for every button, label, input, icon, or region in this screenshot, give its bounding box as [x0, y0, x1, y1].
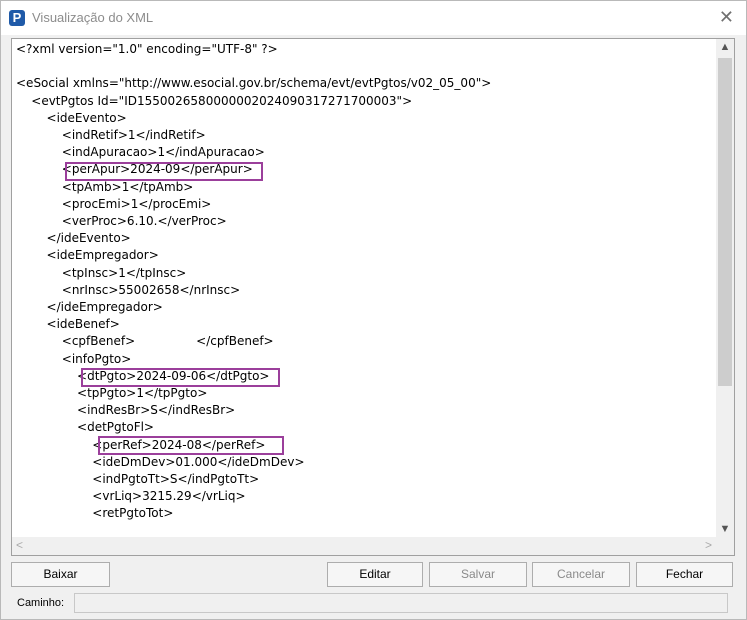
xml-line: <tpPgto>1</tpPgto> [16, 386, 208, 400]
xml-viewer-window: P Visualização do XML ✕ <?xml version="1… [0, 0, 747, 620]
xml-line: <nrInsc>55002658</nrInsc> [16, 282, 241, 297]
xml-editor[interactable]: <?xml version="1.0" encoding="UTF-8" ?> <… [11, 38, 735, 556]
xml-line: <?xml version="1.0" encoding="UTF-8" ?> [16, 42, 278, 56]
baixar-button[interactable]: Baixar [11, 562, 110, 587]
xml-line: <evtPgtos Id="ID155002658000000202409031… [16, 93, 413, 108]
xml-line: <retPgtoTot> [16, 506, 174, 521]
cancelar-button[interactable]: Cancelar [532, 562, 630, 587]
xml-line: <eSocial xmlns="http://www.esocial.gov.b… [16, 76, 492, 91]
app-logo-icon: P [9, 10, 25, 26]
highlight-perApur [65, 162, 263, 181]
xml-line: <tpInsc>1</tpInsc> [16, 265, 187, 280]
editar-button[interactable]: Editar [327, 562, 423, 587]
window-title: Visualização do XML [32, 10, 154, 25]
xml-line: <tpAmb>1</tpAmb> [16, 179, 194, 194]
horizontal-scrollbar[interactable]: < > [12, 537, 716, 555]
salvar-button[interactable]: Salvar [429, 562, 527, 587]
xml-line: <ideEvento> [16, 110, 127, 125]
status-bar: Caminho: [11, 591, 733, 615]
xml-line: </ideEvento> [16, 231, 131, 246]
xml-line: <indPgtoTt>S</indPgtoTt> [16, 472, 260, 486]
xml-line: <indRetif>1</indRetif> [16, 128, 206, 142]
close-icon[interactable]: ✕ [719, 8, 734, 26]
xml-line: <infoPgto> [16, 351, 132, 366]
xml-line: <indApuracao>1</indApuracao> [16, 145, 265, 160]
scroll-thumb[interactable] [718, 58, 732, 386]
vertical-scrollbar[interactable]: ▲ ▼ [716, 39, 734, 537]
xml-line: <vrLiq>3215.29</vrLiq> [16, 489, 246, 504]
xml-line: <ideEmpregador> [16, 248, 159, 263]
scroll-left-icon[interactable]: < [16, 538, 23, 552]
xml-line: <cpfBenef> </cpfBenef> [16, 334, 274, 349]
title-bar: P Visualização do XML ✕ [1, 1, 746, 35]
xml-line: </ideEmpregador> [16, 300, 163, 314]
xml-line: <ideDmDev>01.000</ideDmDev> [16, 454, 305, 469]
highlight-perRef [98, 436, 284, 455]
xml-line: <detPgtoFl> [16, 420, 154, 435]
scroll-right-icon[interactable]: > [705, 538, 712, 552]
caminho-field[interactable] [74, 593, 728, 613]
fechar-button[interactable]: Fechar [636, 562, 733, 587]
xml-line: <procEmi>1</procEmi> [16, 196, 212, 211]
scroll-up-icon[interactable]: ▲ [716, 41, 734, 53]
caminho-label: Caminho: [17, 597, 65, 609]
xml-line: <verProc>6.10.</verProc> [16, 214, 227, 228]
highlight-dtPgto [81, 368, 280, 387]
scroll-corner [716, 537, 734, 555]
xml-line: <indResBr>S</indResBr> [16, 403, 236, 418]
xml-line: <ideBenef> [16, 317, 120, 332]
scroll-down-icon[interactable]: ▼ [716, 523, 734, 535]
